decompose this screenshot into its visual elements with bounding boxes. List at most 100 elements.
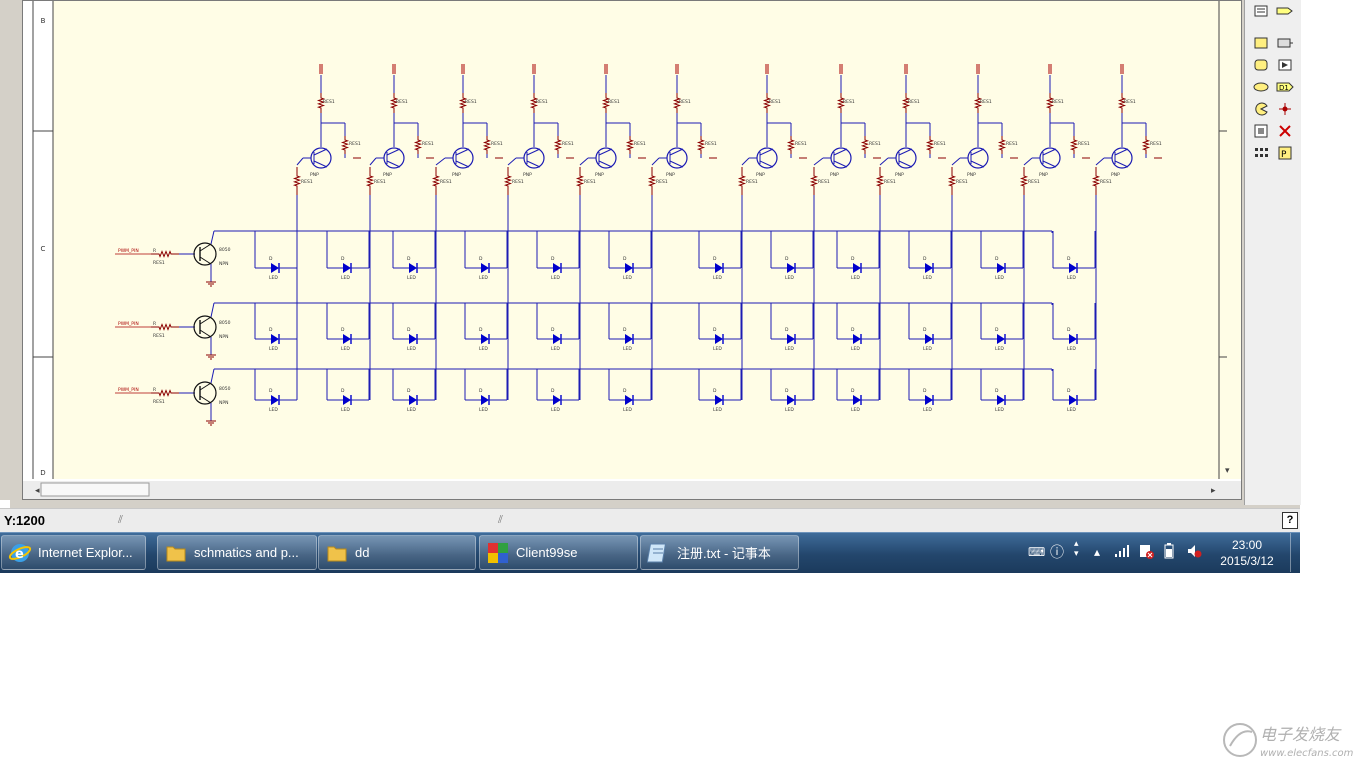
no-erc-tool[interactable]: [1275, 122, 1295, 140]
component-label: D: [785, 388, 789, 394]
component-label: PWM_PIN: [118, 248, 139, 254]
component-label: LED: [269, 275, 278, 281]
component-label: RES1: [153, 333, 165, 339]
help-icon[interactable]: ⓘ: [1050, 542, 1064, 562]
component-label: LED: [785, 407, 794, 413]
component-label: RES1: [795, 141, 807, 147]
component-label: RES1: [884, 179, 896, 185]
folder-icon: [327, 546, 347, 561]
component-label: RES1: [301, 179, 313, 185]
internet-explorer-icon: e: [8, 543, 32, 562]
rounded-rectangle-tool[interactable]: [1251, 56, 1271, 74]
component-label: LED: [923, 346, 932, 352]
component-label: LED: [551, 346, 560, 352]
hatched-rectangle-tool[interactable]: [1275, 34, 1295, 52]
component-label: D: [713, 256, 717, 262]
component-label: LED: [851, 346, 860, 352]
component-label: LED: [995, 346, 1004, 352]
battery-icon[interactable]: [1164, 543, 1174, 559]
component-label: RES1: [349, 141, 361, 147]
taskbar-button-schmatics-folder[interactable]: schmatics and p...: [157, 535, 317, 570]
component-label: RES1: [465, 99, 477, 105]
schematic-sheet-window[interactable]: B C D RES1 RES1 PNP RES1 RES1 RES1 PNP RES1 RES1…: [22, 0, 1242, 500]
component-label: LED: [623, 346, 632, 352]
horizontal-scrollbar[interactable]: [23, 481, 1241, 499]
component-label: D: [479, 388, 483, 394]
scroll-down-arrow[interactable]: ▾: [1225, 466, 1230, 476]
component-label: RES1: [1100, 179, 1112, 185]
component-label: PNP: [452, 172, 461, 178]
component-label: RES1: [562, 141, 574, 147]
component-label: D: [341, 327, 345, 333]
component-label: D: [995, 327, 999, 333]
options-arrow-icon[interactable]: ▴ ▾: [1074, 539, 1079, 559]
component-label: PWM_PIN: [118, 321, 139, 327]
splitter-grip-icon[interactable]: ⫽: [118, 514, 123, 527]
schematic-canvas[interactable]: B C D RES1RES1PNPRES1RES1RES1PNPRES1RES1…: [23, 1, 1241, 499]
component-label: RES1: [440, 179, 452, 185]
component-label: LED: [851, 407, 860, 413]
network-signal-icon[interactable]: [1114, 545, 1130, 557]
component-label: D: [1067, 327, 1071, 333]
help-button[interactable]: ?: [1282, 512, 1298, 529]
taskbar-button-notepad[interactable]: 注册.txt - 记事本: [640, 535, 799, 570]
component-label: R: [153, 321, 156, 327]
keyboard-icon[interactable]: ⌨: [1028, 545, 1045, 559]
component-label: PNP: [595, 172, 604, 178]
scroll-left-arrow[interactable]: ◂: [35, 486, 40, 496]
border-letter-b: B: [41, 17, 46, 25]
component-label: PNP: [1111, 172, 1120, 178]
component-label: LED: [407, 275, 416, 281]
component-label: D: [269, 256, 273, 262]
component-label: RES1: [934, 141, 946, 147]
probe-tool[interactable]: P: [1275, 144, 1295, 162]
show-desktop-button[interactable]: [1290, 533, 1301, 572]
windows-taskbar: e Internet Explor... schmatics and p... …: [0, 532, 1300, 573]
component-label: PNP: [756, 172, 765, 178]
component-label: D: [551, 388, 555, 394]
component-label: D: [785, 256, 789, 262]
image-tool[interactable]: [1275, 56, 1295, 74]
border-letter-c: C: [41, 245, 46, 253]
component-label: LED: [923, 407, 932, 413]
sheet-symbol-tool[interactable]: [1251, 2, 1271, 20]
component-label: RES1: [512, 179, 524, 185]
d1-port-tool[interactable]: D1: [1275, 78, 1295, 96]
component-label: D: [479, 327, 483, 333]
component-label: RES1: [843, 99, 855, 105]
notepad-icon: [647, 543, 667, 562]
volume-muted-icon[interactable]: [1186, 543, 1202, 559]
pie-tool[interactable]: [1251, 100, 1271, 118]
taskbar-button-dd-folder[interactable]: dd: [318, 535, 476, 570]
taskbar-button-internet-explorer[interactable]: e Internet Explor...: [1, 535, 146, 570]
show-hidden-icons[interactable]: ▴: [1094, 545, 1100, 559]
component-label: D: [623, 256, 627, 262]
component-label: D: [1067, 256, 1071, 262]
action-center-icon[interactable]: [1138, 543, 1154, 559]
junction-tool[interactable]: [1275, 100, 1295, 118]
component-label: RES1: [1150, 141, 1162, 147]
scrollbar-thumb[interactable]: [40, 482, 150, 497]
port-tool[interactable]: [1275, 2, 1295, 20]
array-tool[interactable]: [1251, 144, 1271, 162]
component-label: LED: [785, 275, 794, 281]
status-bar: Y:1200 ⫽ ⫽ ?: [0, 508, 1300, 533]
cursor-coordinates: Y:1200: [4, 513, 45, 528]
scroll-right-arrow[interactable]: ▸: [1211, 486, 1216, 496]
component-label: LED: [341, 407, 350, 413]
component-label: D: [551, 327, 555, 333]
component-label: D: [995, 388, 999, 394]
component-label: RES1: [908, 99, 920, 105]
taskbar-button-client99se[interactable]: Client99se: [479, 535, 638, 570]
graphic-tool[interactable]: [1251, 122, 1271, 140]
taskbar-clock[interactable]: 23:00 2015/3/12: [1208, 537, 1286, 569]
component-label: RES1: [1078, 141, 1090, 147]
component-label: D: [269, 388, 273, 394]
drawing-tools-palette: D1 P: [1244, 0, 1301, 505]
splitter-grip-icon[interactable]: ⫽: [498, 514, 503, 527]
folder-icon: [166, 546, 186, 561]
ellipse-tool[interactable]: [1251, 78, 1271, 96]
rectangle-tool[interactable]: [1251, 34, 1271, 52]
component-label: D: [341, 388, 345, 394]
component-label: NPN: [219, 400, 228, 406]
